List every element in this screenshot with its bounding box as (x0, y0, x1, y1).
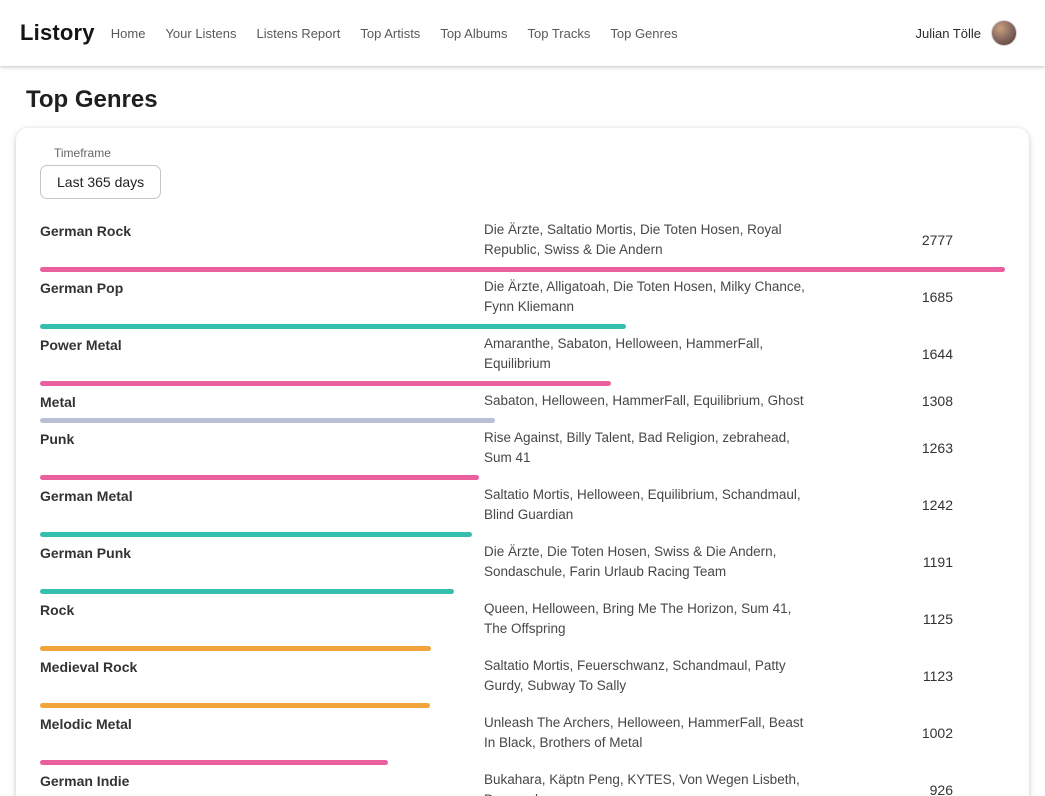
genre-count: 1644 (838, 346, 1005, 362)
main-content: Top Genres Timeframe Last 365 days Germa… (0, 86, 1045, 796)
genre-name: German Pop (40, 277, 460, 296)
genre-count: 1002 (838, 725, 1005, 741)
genre-artists: Amaranthe, Sabaton, Helloween, HammerFal… (484, 334, 814, 374)
genre-artists: Rise Against, Billy Talent, Bad Religion… (484, 428, 814, 468)
genre-row: Punk Rise Against, Billy Talent, Bad Rel… (40, 423, 1005, 480)
genre-name: Punk (40, 428, 460, 447)
genre-row: German Rock Die Ärzte, Saltatio Mortis, … (40, 215, 1005, 272)
genre-row: German Pop Die Ärzte, Alligatoah, Die To… (40, 272, 1005, 329)
nav-link-top-genres[interactable]: Top Genres (610, 26, 677, 41)
genre-name: Power Metal (40, 334, 460, 353)
genre-name: German Indie (40, 770, 460, 789)
genre-count: 1125 (838, 611, 1005, 627)
genre-row: Power Metal Amaranthe, Sabaton, Hellowee… (40, 329, 1005, 386)
top-genres-card: Timeframe Last 365 days German Rock Die … (16, 128, 1029, 796)
page-title: Top Genres (26, 86, 1045, 114)
genre-name: Metal (40, 391, 460, 410)
timeframe-select[interactable]: Last 365 days (40, 165, 161, 199)
genre-count: 2777 (838, 232, 1005, 248)
genre-artists: Die Ärzte, Die Toten Hosen, Swiss & Die … (484, 542, 814, 582)
genre-artists: Sabaton, Helloween, HammerFall, Equilibr… (484, 391, 814, 411)
genre-count: 1308 (838, 393, 1005, 409)
genre-name: German Rock (40, 220, 460, 239)
genre-name: German Metal (40, 485, 460, 504)
nav-link-your-listens[interactable]: Your Listens (165, 26, 236, 41)
genre-artists: Saltatio Mortis, Helloween, Equilibrium,… (484, 485, 814, 525)
genre-name: Melodic Metal (40, 713, 460, 732)
genre-artists: Queen, Helloween, Bring Me The Horizon, … (484, 599, 814, 639)
nav-link-listens-report[interactable]: Listens Report (257, 26, 341, 41)
genre-count: 926 (838, 782, 1005, 796)
genre-count: 1123 (838, 668, 1005, 684)
user-avatar[interactable] (991, 20, 1017, 46)
app-logo[interactable]: Listory (20, 20, 95, 46)
genre-table: German Rock Die Ärzte, Saltatio Mortis, … (40, 215, 1005, 796)
nav-link-top-albums[interactable]: Top Albums (440, 26, 507, 41)
main-nav: Home Your Listens Listens Report Top Art… (111, 26, 678, 41)
user-area: Julian Tölle (915, 20, 1017, 46)
user-name: Julian Tölle (915, 26, 981, 41)
genre-row: Melodic Metal Unleash The Archers, Hello… (40, 708, 1005, 765)
genre-name: Rock (40, 599, 460, 618)
genre-row: German Metal Saltatio Mortis, Helloween,… (40, 480, 1005, 537)
genre-count: 1263 (838, 440, 1005, 456)
genre-artists: Saltatio Mortis, Feuerschwanz, Schandmau… (484, 656, 814, 696)
genre-row: Rock Queen, Helloween, Bring Me The Hori… (40, 594, 1005, 651)
nav-link-top-artists[interactable]: Top Artists (360, 26, 420, 41)
genre-artists: Bukahara, Käptn Peng, KYTES, Von Wegen L… (484, 770, 814, 796)
genre-artists: Die Ärzte, Saltatio Mortis, Die Toten Ho… (484, 220, 814, 260)
genre-artists: Unleash The Archers, Helloween, HammerFa… (484, 713, 814, 753)
genre-count: 1191 (838, 554, 1005, 570)
genre-name: German Punk (40, 542, 460, 561)
nav-link-home[interactable]: Home (111, 26, 146, 41)
genre-name: Medieval Rock (40, 656, 460, 675)
genre-count: 1242 (838, 497, 1005, 513)
genre-row: Medieval Rock Saltatio Mortis, Feuerschw… (40, 651, 1005, 708)
genre-artists: Die Ärzte, Alligatoah, Die Toten Hosen, … (484, 277, 814, 317)
timeframe-label: Timeframe (54, 146, 1005, 160)
nav-link-top-tracks[interactable]: Top Tracks (528, 26, 591, 41)
genre-row: German Punk Die Ärzte, Die Toten Hosen, … (40, 537, 1005, 594)
genre-row: German Indie Bukahara, Käptn Peng, KYTES… (40, 765, 1005, 796)
genre-row: Metal Sabaton, Helloween, HammerFall, Eq… (40, 386, 1005, 423)
top-navbar: Listory Home Your Listens Listens Report… (0, 0, 1045, 66)
genre-count: 1685 (838, 289, 1005, 305)
